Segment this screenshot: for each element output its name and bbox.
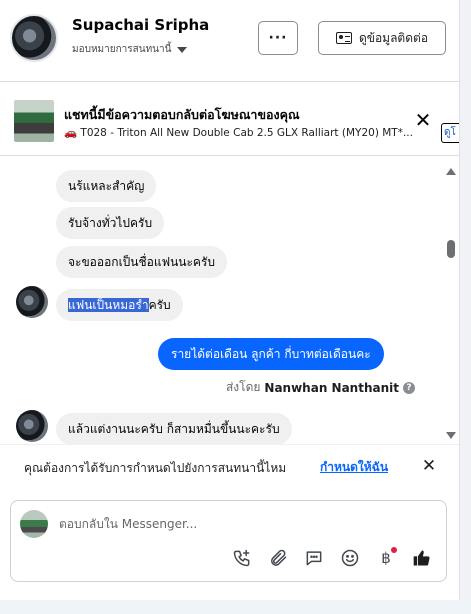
contact-name[interactable]: Supachai Sripha bbox=[72, 16, 209, 34]
ad-banner-subtitle[interactable]: 🚗 T028 - Triton All New Double Cab 2.5 G… bbox=[64, 126, 442, 139]
page-avatar bbox=[20, 510, 48, 538]
sender-avatar[interactable] bbox=[16, 286, 48, 318]
assign-prompt-bar: คุณต้องการได้รับการกำหนดไปยังการสนทนานี้… bbox=[0, 444, 459, 488]
close-icon[interactable]: ✕ bbox=[412, 110, 434, 132]
sent-by-line: ส่งโดย Nanwhan Nanthanit ? bbox=[226, 378, 415, 397]
message-bubble[interactable]: จะขอออกเป็นชื่อแฟนนะครับ bbox=[56, 246, 228, 278]
message-bubble[interactable]: รับจ้างทั่วไปครับ bbox=[56, 207, 165, 239]
phone-plus-icon[interactable] bbox=[231, 547, 253, 569]
outgoing-message-bubble[interactable]: รายได้ต่อเดือน ลูกค้า กี่บาทต่อเดือนคะ bbox=[158, 338, 384, 370]
scroll-up-arrow-icon[interactable] bbox=[446, 168, 456, 175]
info-icon[interactable]: ? bbox=[403, 381, 415, 394]
ad-reply-banner: แชทนี้มีข้อความตอบกลับต่อโฆษณาของคุณ 🚗 T… bbox=[0, 90, 459, 156]
panel-edge bbox=[459, 0, 471, 614]
baht-icon[interactable]: ฿ bbox=[375, 547, 397, 569]
assign-label: มอบหมายการสนทนานี้ bbox=[72, 44, 172, 55]
panel-footer-strip bbox=[0, 600, 471, 614]
assign-prompt-question: คุณต้องการได้รับการกำหนดไปยังการสนทนานี้… bbox=[24, 461, 287, 475]
notification-dot bbox=[391, 547, 397, 553]
view-ad-tag[interactable]: ดูโ bbox=[441, 123, 459, 143]
conversation-header: Supachai Sripha มอบหมายการสนทนานี้ ··· ด… bbox=[0, 0, 459, 82]
reply-input[interactable] bbox=[59, 513, 429, 535]
message-composer: ฿ bbox=[10, 500, 447, 582]
thumbs-up-icon[interactable] bbox=[411, 547, 433, 569]
ad-thumbnail[interactable] bbox=[14, 100, 54, 142]
sent-by-prefix: ส่งโดย bbox=[225, 380, 261, 394]
message-bubble[interactable]: นร้แหละสำคัญ bbox=[56, 170, 157, 202]
caret-down-icon bbox=[177, 46, 188, 53]
sent-by-name: Nanwhan Nanthanit bbox=[264, 380, 399, 395]
scroll-down-arrow-icon[interactable] bbox=[446, 432, 456, 439]
smiley-icon[interactable] bbox=[339, 547, 361, 569]
selected-text: แฟนเป็นหมอรำ bbox=[68, 298, 149, 312]
message-text: ครับ bbox=[148, 298, 171, 312]
chat-bubble-icon[interactable] bbox=[303, 547, 325, 569]
contact-info-button[interactable]: ดูข้อมูลติดต่อ bbox=[318, 21, 446, 55]
contact-card-icon bbox=[335, 32, 352, 44]
close-icon[interactable]: ✕ bbox=[420, 456, 438, 476]
conversation-panel: Supachai Sripha มอบหมายการสนทนานี้ ··· ด… bbox=[0, 0, 471, 614]
ad-banner-title: แชทนี้มีข้อความตอบกลับต่อโฆษณาของคุณ bbox=[64, 107, 300, 122]
message-bubble[interactable]: แล้วแต่งานนะครับ ก็สามหมื่นขึ้นนะคะรับ bbox=[56, 413, 292, 444]
scrollbar-thumb[interactable] bbox=[447, 240, 455, 258]
message-bubble[interactable]: แฟนเป็นหมอรำครับ bbox=[56, 289, 183, 321]
baht-label: ฿ bbox=[381, 549, 391, 567]
message-list[interactable]: นร้แหละสำคัญ รับจ้างทั่วไปครับ จะขอออกเป… bbox=[0, 160, 459, 444]
sender-avatar[interactable] bbox=[16, 410, 48, 442]
more-options-button[interactable]: ··· bbox=[258, 21, 298, 55]
paperclip-icon[interactable] bbox=[267, 547, 289, 569]
composer-toolbar: ฿ bbox=[231, 547, 433, 569]
contact-avatar[interactable] bbox=[10, 14, 58, 62]
contact-info-label: ดูข้อมูลติดต่อ bbox=[358, 30, 429, 45]
assign-to-me-link[interactable]: กำหนดให้ฉัน bbox=[320, 458, 388, 477]
assign-dropdown[interactable]: มอบหมายการสนทนานี้ bbox=[72, 42, 188, 57]
